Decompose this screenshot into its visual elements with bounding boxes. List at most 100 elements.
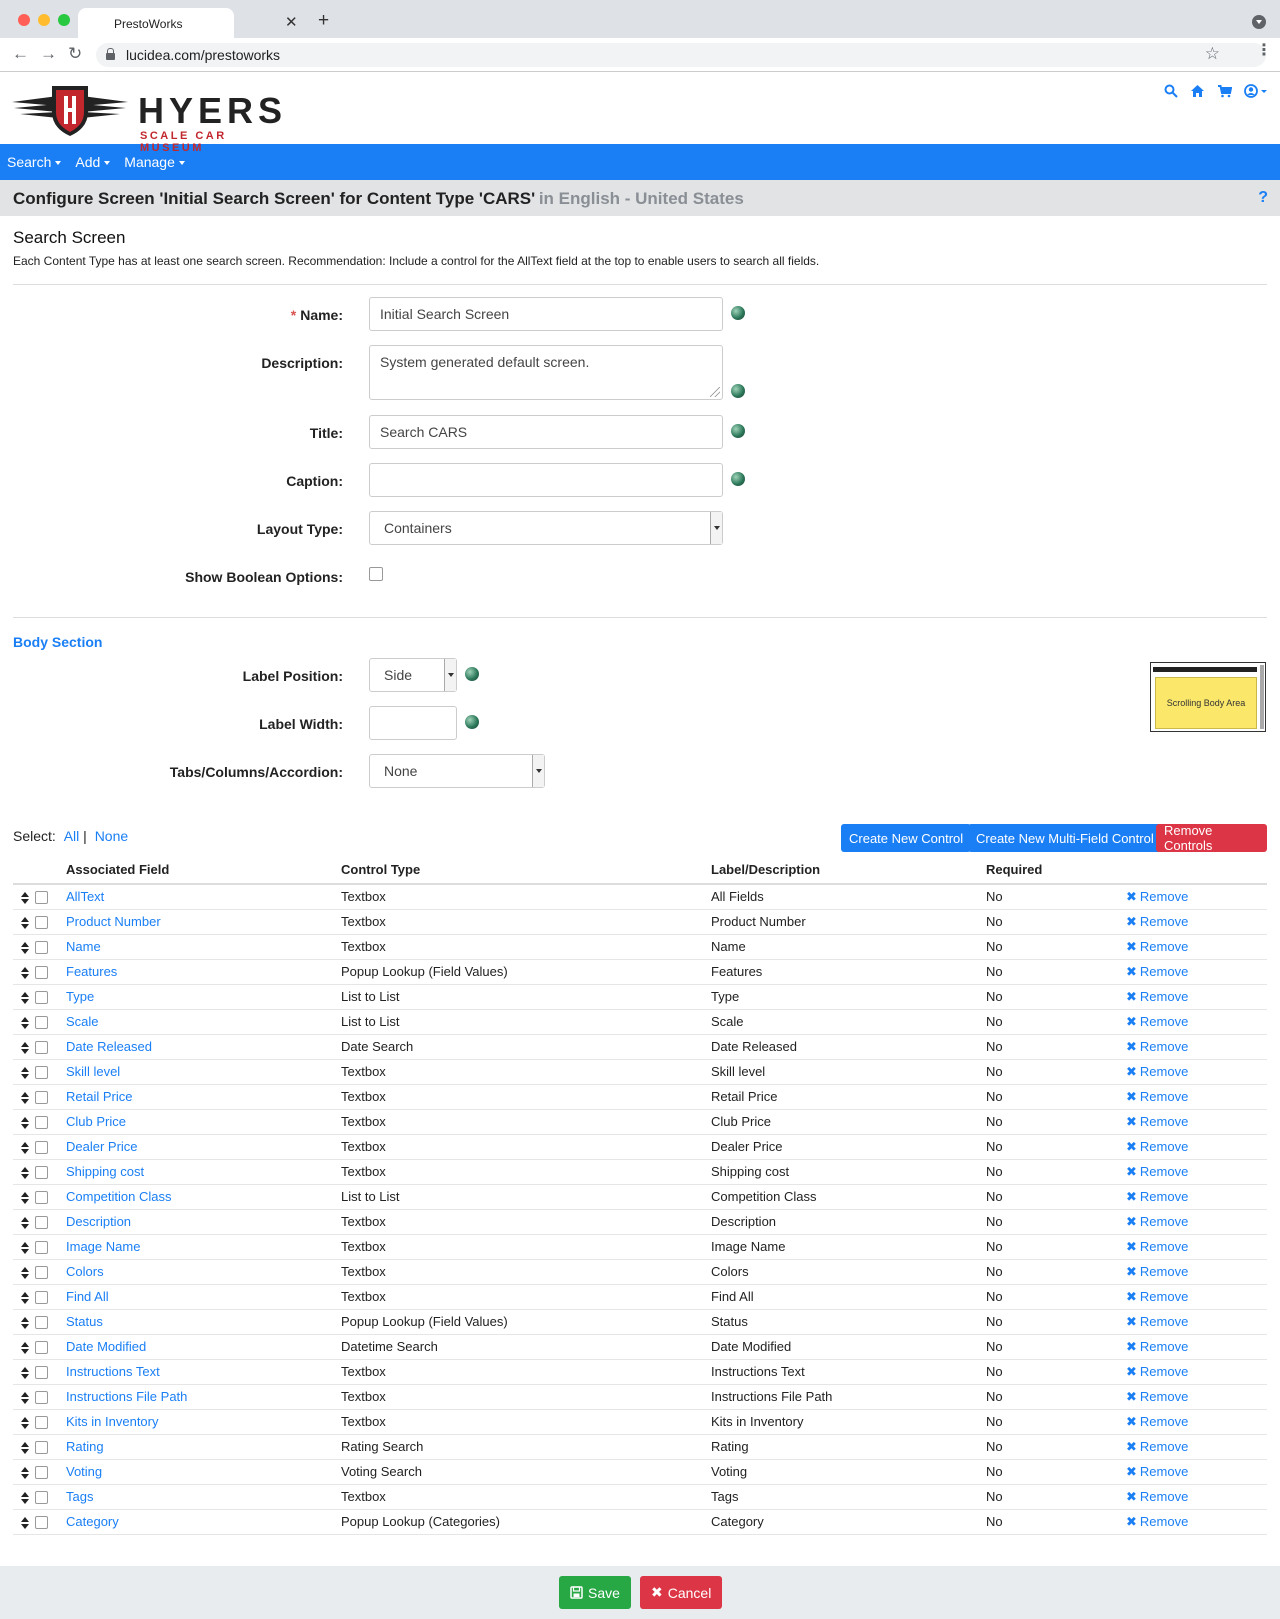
row-checkbox[interactable] [35, 1141, 48, 1155]
row-checkbox[interactable] [35, 1041, 48, 1055]
remove-link[interactable]: ✖ Remove [1126, 1239, 1188, 1254]
tab-search-icon[interactable] [1252, 15, 1266, 29]
new-tab-icon[interactable]: + [318, 10, 329, 32]
associated-field-link[interactable]: Date Modified [66, 1339, 146, 1354]
drag-sort-icon[interactable] [21, 1166, 29, 1179]
title-input[interactable]: Search CARS [369, 415, 723, 449]
row-checkbox[interactable] [35, 1241, 48, 1255]
remove-link[interactable]: ✖ Remove [1126, 1464, 1188, 1479]
row-checkbox[interactable] [35, 1191, 48, 1205]
row-checkbox[interactable] [35, 916, 48, 930]
remove-link[interactable]: ✖ Remove [1126, 939, 1188, 954]
remove-link[interactable]: ✖ Remove [1126, 1339, 1188, 1354]
associated-field-link[interactable]: Colors [66, 1264, 104, 1279]
row-checkbox[interactable] [35, 1341, 48, 1355]
header-required[interactable]: Required [986, 856, 1126, 885]
associated-field-link[interactable]: Find All [66, 1289, 109, 1304]
row-checkbox[interactable] [35, 991, 48, 1005]
row-checkbox[interactable] [35, 1441, 48, 1455]
associated-field-link[interactable]: Skill level [66, 1064, 120, 1079]
row-checkbox[interactable] [35, 1416, 48, 1430]
remove-link[interactable]: ✖ Remove [1126, 889, 1188, 904]
row-checkbox[interactable] [35, 1066, 48, 1080]
associated-field-link[interactable]: Instructions Text [66, 1364, 160, 1379]
user-icon[interactable] [1244, 84, 1268, 98]
layout-type-select[interactable]: Containers [369, 511, 723, 545]
cart-icon[interactable] [1217, 84, 1232, 98]
url-bar[interactable]: lucidea.com/prestoworks ☆ [96, 43, 1266, 67]
resize-handle-icon[interactable] [710, 387, 720, 397]
associated-field-link[interactable]: Description [66, 1214, 131, 1229]
show-boolean-checkbox[interactable] [369, 567, 383, 581]
remove-link[interactable]: ✖ Remove [1126, 1214, 1188, 1229]
drag-sort-icon[interactable] [21, 1191, 29, 1204]
drag-sort-icon[interactable] [21, 966, 29, 979]
row-checkbox[interactable] [35, 891, 48, 905]
drag-sort-icon[interactable] [21, 1116, 29, 1129]
row-checkbox[interactable] [35, 1316, 48, 1330]
remove-link[interactable]: ✖ Remove [1126, 1514, 1188, 1529]
close-window-button[interactable] [18, 14, 30, 26]
associated-field-link[interactable]: Features [66, 964, 117, 979]
select-all-link[interactable]: All [64, 828, 80, 844]
associated-field-link[interactable]: Club Price [66, 1114, 126, 1129]
associated-field-link[interactable]: Competition Class [66, 1189, 172, 1204]
row-checkbox[interactable] [35, 1516, 48, 1530]
globe-icon[interactable] [465, 715, 479, 729]
remove-link[interactable]: ✖ Remove [1126, 1189, 1188, 1204]
remove-link[interactable]: ✖ Remove [1126, 1014, 1188, 1029]
header-control-type[interactable]: Control Type [341, 856, 711, 885]
row-checkbox[interactable] [35, 1491, 48, 1505]
hyers-logo[interactable]: HYERS SCALE CAR MUSEUM [10, 82, 290, 154]
row-checkbox[interactable] [35, 1091, 48, 1105]
remove-link[interactable]: ✖ Remove [1126, 1264, 1188, 1279]
associated-field-link[interactable]: Date Released [66, 1039, 152, 1054]
caption-input[interactable] [369, 463, 723, 497]
drag-sort-icon[interactable] [21, 1316, 29, 1329]
drag-sort-icon[interactable] [21, 1341, 29, 1354]
associated-field-link[interactable]: Status [66, 1314, 103, 1329]
remove-link[interactable]: ✖ Remove [1126, 1064, 1188, 1079]
label-width-input[interactable] [369, 706, 457, 740]
drag-sort-icon[interactable] [21, 1266, 29, 1279]
globe-icon[interactable] [465, 667, 479, 681]
drag-sort-icon[interactable] [21, 1016, 29, 1029]
drag-sort-icon[interactable] [21, 1366, 29, 1379]
globe-icon[interactable] [731, 384, 745, 398]
remove-link[interactable]: ✖ Remove [1126, 989, 1188, 1004]
drag-sort-icon[interactable] [21, 1516, 29, 1529]
remove-link[interactable]: ✖ Remove [1126, 1139, 1188, 1154]
nav-manage-menu[interactable]: Manage [124, 154, 185, 170]
row-checkbox[interactable] [35, 1116, 48, 1130]
remove-link[interactable]: ✖ Remove [1126, 1439, 1188, 1454]
drag-sort-icon[interactable] [21, 1441, 29, 1454]
associated-field-link[interactable]: Category [66, 1514, 119, 1529]
drag-sort-icon[interactable] [21, 1291, 29, 1304]
associated-field-link[interactable]: Name [66, 939, 101, 954]
tabs-columns-select[interactable]: None [369, 754, 545, 788]
drag-sort-icon[interactable] [21, 1466, 29, 1479]
drag-sort-icon[interactable] [21, 1091, 29, 1104]
remove-link[interactable]: ✖ Remove [1126, 914, 1188, 929]
associated-field-link[interactable]: Voting [66, 1464, 102, 1479]
nav-search-menu[interactable]: Search [7, 154, 62, 170]
row-checkbox[interactable] [35, 1291, 48, 1305]
drag-sort-icon[interactable] [21, 1491, 29, 1504]
tab-close-icon[interactable]: ✕ [285, 13, 298, 31]
drag-sort-icon[interactable] [21, 1216, 29, 1229]
row-checkbox[interactable] [35, 966, 48, 980]
remove-link[interactable]: ✖ Remove [1126, 1164, 1188, 1179]
label-position-select[interactable]: Side [369, 658, 457, 692]
drag-sort-icon[interactable] [21, 916, 29, 929]
create-multi-field-control-button[interactable]: Create New Multi-Field Control [968, 824, 1162, 852]
remove-link[interactable]: ✖ Remove [1126, 1489, 1188, 1504]
drag-sort-icon[interactable] [21, 1416, 29, 1429]
save-button[interactable]: Save [559, 1576, 631, 1609]
remove-link[interactable]: ✖ Remove [1126, 1414, 1188, 1429]
remove-link[interactable]: ✖ Remove [1126, 1039, 1188, 1054]
create-new-control-button[interactable]: Create New Control [841, 824, 972, 852]
home-icon[interactable] [1190, 84, 1205, 98]
globe-icon[interactable] [731, 472, 745, 486]
row-checkbox[interactable] [35, 1266, 48, 1280]
browser-menu-icon[interactable]: ⋮ [1256, 40, 1272, 60]
